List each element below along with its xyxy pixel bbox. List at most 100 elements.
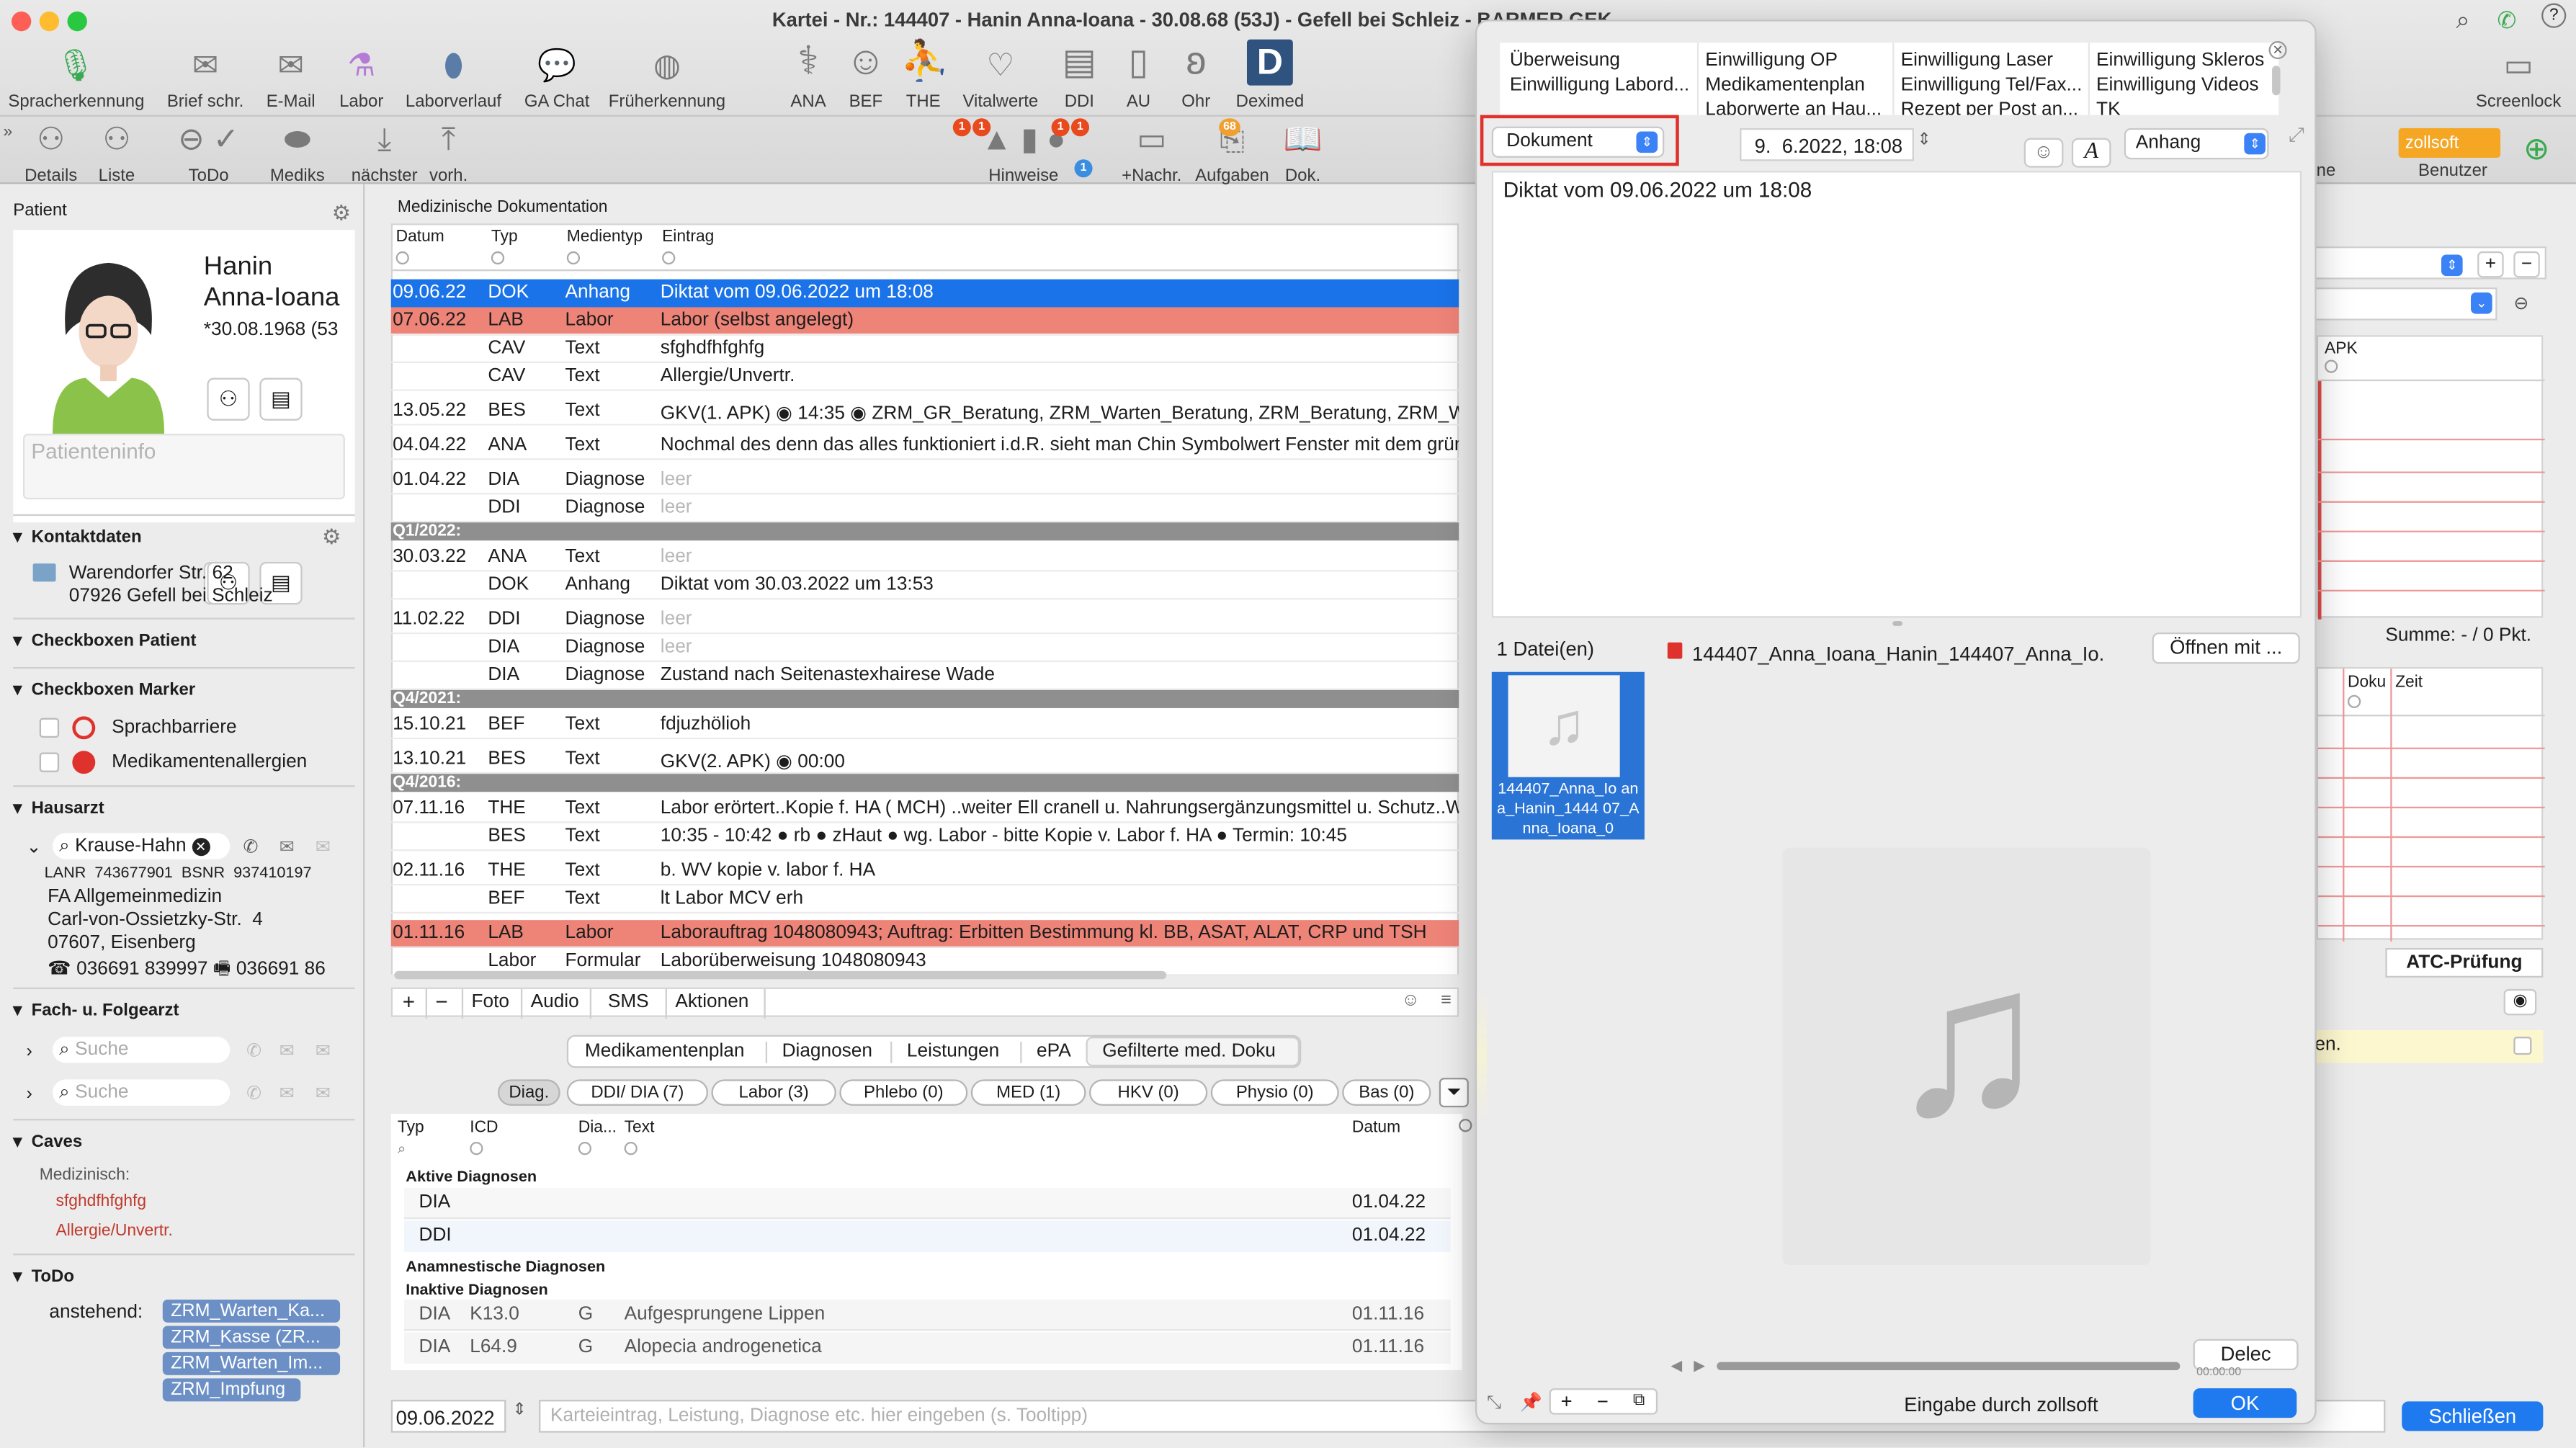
- volume-icon[interactable]: ◀: [1671, 1357, 1682, 1375]
- chevron-right-icon[interactable]: ›: [26, 1042, 32, 1061]
- toolbar-spracherkennung[interactable]: 🎙 Spracherkennung: [8, 49, 144, 112]
- table-row[interactable]: CAV Text Allergie/Unvertr.: [390, 363, 1459, 391]
- filter-med[interactable]: MED (1): [970, 1079, 1086, 1106]
- template-item[interactable]: Einwilligung Videos: [2096, 76, 2259, 95]
- sms-button[interactable]: SMS: [608, 992, 649, 1011]
- chevron-right-icon[interactable]: ›: [26, 1084, 32, 1104]
- close-window-button[interactable]: [11, 11, 32, 32]
- clear-icon[interactable]: ✕: [191, 838, 210, 857]
- checkbox-marker-section[interactable]: ▾ Checkboxen Marker: [13, 680, 354, 700]
- table-row[interactable]: 07.06.22 LAB Labor Labor (selbst angelegt): [390, 307, 1459, 336]
- filter-hkv[interactable]: HKV (0): [1089, 1079, 1208, 1106]
- window-icon[interactable]: ⧉: [1633, 1392, 1645, 1410]
- table-row[interactable]: 02.11.16 THE Text b. WV kopie v. labor f. H…: [390, 857, 1459, 886]
- toolbar-screenlock[interactable]: ▭ Screenlock: [2472, 49, 2564, 112]
- template-item[interactable]: Medikamentenplan: [1705, 76, 1865, 95]
- toolbar-ana[interactable]: ⚕ ANA: [785, 40, 831, 112]
- table-row[interactable]: 04.04.22 ANA Text Nochmal des denn das alle…: [390, 432, 1459, 460]
- network-icon[interactable]: ⊕: [2523, 131, 2549, 169]
- document-text-area[interactable]: Diktat vom 09.06.2022 um 18:08: [1491, 171, 2302, 618]
- datetime-field[interactable]: 9. 6.2022, 18:08: [1740, 128, 1914, 161]
- table-row[interactable]: DIA Diagnose leer: [390, 634, 1459, 663]
- vertical-scrollbar[interactable]: [1459, 266, 1472, 973]
- right-dropdown-2[interactable]: [2308, 287, 2497, 321]
- table-row[interactable]: BES Text 10:35 - 10:42 ● rb ● zHaut ● wg. …: [390, 823, 1459, 852]
- datetime-stepper[interactable]: ⇕: [1917, 131, 1931, 149]
- template-item[interactable]: Einwilligung Labord...: [1510, 76, 1689, 95]
- chevron-down-icon[interactable]: ⌄: [26, 836, 41, 857]
- marker-checkbox[interactable]: [39, 718, 60, 738]
- toolbar-vitalwerte[interactable]: ♡ Vitalwerte: [962, 49, 1039, 112]
- toolbar-ga-chat[interactable]: 💬 GA Chat: [522, 49, 591, 112]
- template-item[interactable]: Laborwerte an Hau...: [1705, 100, 1882, 115]
- gear-icon[interactable]: ⚙: [322, 524, 341, 550]
- table-row[interactable]: 13.10.21 BES Text GKV(2. APK) ◉ 00:00: [390, 746, 1459, 774]
- toolbar-brief[interactable]: ✉ Brief schr.: [164, 49, 246, 112]
- splitter-handle[interactable]: [1892, 621, 1902, 626]
- table-row[interactable]: DDI 01.04.22: [404, 1220, 1451, 1252]
- remove-button[interactable]: −: [435, 989, 447, 1014]
- col-header-typ[interactable]: Typ: [398, 1119, 424, 1137]
- search-input[interactable]: ⌕ Suche: [52, 1079, 231, 1106]
- table-row[interactable]: 01.11.16 LAB Labor Laborauftrag 1048080943;…: [390, 920, 1459, 948]
- play-icon[interactable]: ▶: [1694, 1357, 1705, 1375]
- minimize-window-button[interactable]: [39, 11, 60, 32]
- table-row[interactable]: 13.05.22 BES Text GKV(1. APK) ◉ 14:35 ◉ ZRM…: [390, 398, 1459, 426]
- add-button[interactable]: +: [2477, 251, 2504, 278]
- filter-phlebo[interactable]: Phlebo (0): [839, 1079, 968, 1106]
- col-header-icd[interactable]: ICD: [470, 1119, 498, 1137]
- add-button[interactable]: +: [1561, 1390, 1573, 1413]
- toolbar-bef[interactable]: ☺ BEF: [843, 40, 889, 112]
- audio-button[interactable]: Audio: [531, 992, 579, 1011]
- mail-icon[interactable]: ✉: [279, 1040, 295, 1061]
- minus-circle-icon[interactable]: ⊖: [2513, 292, 2528, 313]
- table-row[interactable]: DOK Anhang Diktat vom 30.03.2022 um 13:53: [390, 572, 1459, 600]
- filter-ddi-dia[interactable]: DDI/ DIA (7): [566, 1079, 708, 1106]
- toolbar-benutzer[interactable]: Benutzer: [2418, 161, 2487, 180]
- zoom-window-button[interactable]: [67, 11, 87, 32]
- col-header-datum[interactable]: Datum: [1352, 1119, 1400, 1137]
- search-icon[interactable]: ⌕: [2456, 6, 2469, 35]
- patient-profile-button[interactable]: ⚇: [207, 377, 250, 421]
- mail-icon[interactable]: ✉: [316, 1083, 331, 1104]
- toolbar-labor[interactable]: ⚗ Labor: [334, 49, 390, 112]
- date-stepper[interactable]: ⇕: [513, 1401, 527, 1419]
- table-row[interactable]: DIA Diagnose Zustand nach Seitenastexhaire…: [390, 662, 1459, 690]
- toolbar-naechster[interactable]: ⤓ nächster: [346, 123, 422, 186]
- notice-checkbox[interactable]: [2513, 1037, 2532, 1055]
- col-header-eintrag[interactable]: Eintrag: [662, 228, 714, 246]
- tab-gefilterte-doku[interactable]: Gefilterte med. Doku: [1086, 1037, 1300, 1067]
- tab-epa[interactable]: ePA: [1037, 1042, 1071, 1061]
- schliessen-button[interactable]: Schließen: [2402, 1401, 2544, 1431]
- template-item[interactable]: TK: [2096, 100, 2121, 115]
- gear-icon[interactable]: ⚙: [332, 200, 352, 226]
- toolbar-dok[interactable]: 📖 Dok.: [1282, 123, 1324, 186]
- filter-bas[interactable]: Bas (0): [1342, 1079, 1431, 1106]
- phone-icon[interactable]: ✆: [2497, 6, 2517, 35]
- table-row[interactable]: 01.04.22 DIA Diagnose leer: [390, 467, 1459, 495]
- collapse-icon[interactable]: »: [4, 123, 13, 141]
- toolbar-ddi[interactable]: ▤ DDI: [1058, 40, 1101, 112]
- col-header-medientyp[interactable]: Medientyp: [567, 228, 643, 246]
- toolbar-ohr[interactable]: ʚ Ohr: [1175, 40, 1217, 112]
- toolbar-liste[interactable]: ⚇ Liste: [92, 123, 141, 186]
- template-item[interactable]: Einwilligung Laser: [1901, 51, 2053, 71]
- todo-section[interactable]: ▾ ToDo: [13, 1266, 354, 1286]
- toolbar-the[interactable]: ⛹ THE: [900, 40, 949, 112]
- font-button[interactable]: A: [2071, 138, 2111, 168]
- table-row[interactable]: 15.10.21 BEF Text fdjuzhölioh: [390, 711, 1459, 740]
- hausarzt-section[interactable]: ▾ Hausarzt: [13, 798, 354, 818]
- hausarzt-field[interactable]: ⌕ Krause-Hahn ✕: [52, 833, 231, 859]
- toolbar-deximed[interactable]: D Deximed: [1235, 39, 1305, 112]
- patient-card-button[interactable]: ▤: [259, 377, 303, 421]
- tab-leistungen[interactable]: Leistungen: [907, 1042, 999, 1061]
- smiley-icon[interactable]: ☺: [1401, 991, 1420, 1010]
- delete-button[interactable]: Delec: [2193, 1338, 2299, 1371]
- mail-icon[interactable]: ✉: [279, 1083, 295, 1104]
- list-icon[interactable]: ≡: [1441, 991, 1452, 1010]
- toolbar-nachr[interactable]: ▭ +Nachr.: [1120, 123, 1183, 186]
- atc-pruefung-button[interactable]: ATC-Prüfung: [2385, 947, 2544, 978]
- phone-icon[interactable]: ✆: [246, 1083, 261, 1104]
- phone-icon[interactable]: ✆: [243, 836, 259, 857]
- document-type-select[interactable]: Dokument ⇕: [1491, 126, 1665, 158]
